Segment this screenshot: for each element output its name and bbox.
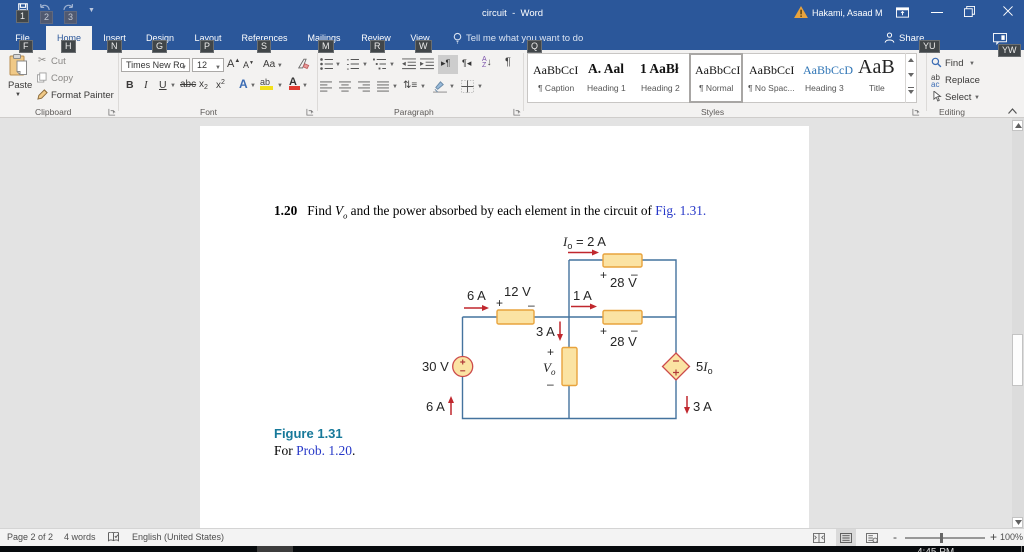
svg-text:+: + — [600, 324, 607, 338]
svg-text:–: – — [528, 298, 535, 312]
svg-text:Vo: Vo — [543, 360, 556, 377]
svg-text:–: – — [547, 377, 554, 391]
svg-text:6 A: 6 A — [467, 288, 486, 303]
svg-text:1 A: 1 A — [573, 288, 592, 303]
svg-text:6 A: 6 A — [426, 399, 445, 414]
svg-text:30 V: 30 V — [422, 359, 449, 374]
svg-text:5Io: 5Io — [696, 359, 713, 376]
svg-text:+: + — [496, 296, 503, 310]
svg-text:+: + — [600, 268, 607, 282]
svg-text:3 A: 3 A — [536, 324, 555, 339]
svg-text:12 V: 12 V — [504, 284, 531, 299]
svg-text:+: + — [547, 345, 554, 359]
svg-text:–: – — [631, 323, 638, 337]
svg-text:–: – — [631, 267, 638, 281]
svg-text:3 A: 3 A — [693, 399, 712, 414]
svg-text:Io = 2 A: Io = 2 A — [562, 234, 606, 251]
